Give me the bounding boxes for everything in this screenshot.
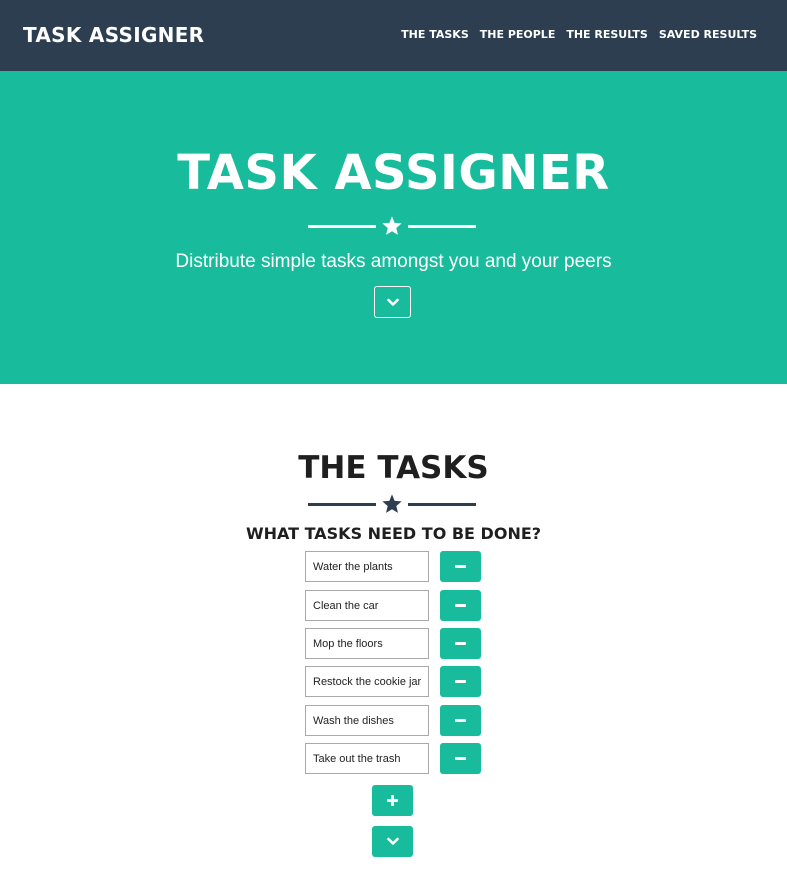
task-row bbox=[305, 705, 481, 736]
hero-title: TASK ASSIGNER bbox=[177, 145, 610, 201]
star-icon bbox=[382, 494, 402, 513]
hero-section: TASK ASSIGNER Distribute simple tasks am… bbox=[0, 71, 787, 384]
task-input[interactable] bbox=[305, 743, 429, 774]
minus-icon bbox=[455, 642, 466, 645]
remove-task-button[interactable] bbox=[440, 705, 481, 736]
hero-subtitle: Distribute simple tasks amongst you and … bbox=[175, 251, 612, 272]
add-task-button[interactable] bbox=[372, 785, 413, 816]
remove-task-button[interactable] bbox=[440, 628, 481, 659]
task-input[interactable] bbox=[305, 666, 429, 697]
task-input[interactable] bbox=[305, 628, 429, 659]
brand-logo[interactable]: TASK ASSIGNER bbox=[23, 22, 204, 48]
next-section-button[interactable] bbox=[372, 826, 413, 857]
task-input[interactable] bbox=[305, 705, 429, 736]
task-row bbox=[305, 743, 481, 774]
remove-task-button[interactable] bbox=[440, 666, 481, 697]
tasks-question: WHAT TASKS NEED TO BE DONE? bbox=[245, 524, 542, 543]
nav-links: THE TASKS THE PEOPLE THE RESULTS SAVED R… bbox=[401, 28, 757, 42]
minus-icon bbox=[455, 719, 466, 722]
divider-line-right bbox=[408, 225, 476, 228]
task-row bbox=[305, 590, 481, 621]
task-input[interactable] bbox=[305, 590, 429, 621]
chevron-down-icon bbox=[386, 837, 399, 845]
task-row bbox=[305, 628, 481, 659]
navbar: TASK ASSIGNER THE TASKS THE PEOPLE THE R… bbox=[0, 0, 787, 71]
divider-line-right bbox=[408, 503, 476, 506]
plus-icon bbox=[387, 795, 398, 806]
chevron-down-icon bbox=[386, 298, 399, 306]
scroll-down-button[interactable] bbox=[374, 286, 411, 318]
nav-link-the-tasks[interactable]: THE TASKS bbox=[401, 28, 469, 42]
hero-divider bbox=[308, 215, 476, 237]
minus-icon bbox=[455, 604, 466, 607]
divider-line-left bbox=[308, 503, 376, 506]
minus-icon bbox=[455, 565, 466, 568]
remove-task-button[interactable] bbox=[440, 743, 481, 774]
remove-task-button[interactable] bbox=[440, 551, 481, 582]
section-title: THE TASKS bbox=[298, 450, 489, 486]
nav-link-saved-results[interactable]: SAVED RESULTS bbox=[659, 28, 757, 42]
nav-link-the-results[interactable]: THE RESULTS bbox=[566, 28, 648, 42]
minus-icon bbox=[455, 680, 466, 683]
divider-line-left bbox=[308, 225, 376, 228]
star-icon bbox=[382, 216, 402, 235]
minus-icon bbox=[455, 757, 466, 760]
task-input[interactable] bbox=[305, 551, 429, 582]
section-divider bbox=[308, 493, 476, 515]
remove-task-button[interactable] bbox=[440, 590, 481, 621]
task-row bbox=[305, 666, 481, 697]
nav-link-the-people[interactable]: THE PEOPLE bbox=[480, 28, 556, 42]
task-row bbox=[305, 551, 481, 582]
